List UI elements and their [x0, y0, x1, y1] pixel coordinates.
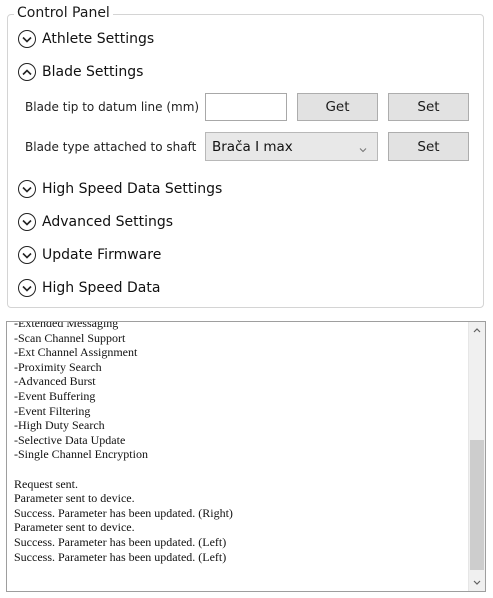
log-line: Success. Parameter has been updated. (Le… [14, 549, 227, 564]
log-line: Success. Parameter has been updated. (Le… [14, 534, 227, 549]
log-scrollbar[interactable] [468, 322, 485, 591]
chevron-down-icon [18, 213, 36, 231]
blade-tip-set-button[interactable]: Set [388, 93, 469, 121]
blade-tip-get-button[interactable]: Get [297, 93, 378, 121]
section-athlete-settings[interactable]: Athlete Settings [18, 27, 154, 51]
log-line: Request sent. [14, 476, 78, 491]
log-line: -Proximity Search [14, 359, 102, 374]
log-line: -Extended Messaging [14, 321, 119, 330]
chevron-up-icon [18, 63, 36, 81]
scrollbar-thumb[interactable] [470, 440, 484, 570]
section-label: High Speed Data [42, 280, 161, 296]
blade-type-value: Brača I max [212, 138, 293, 155]
section-label: Blade Settings [42, 64, 144, 80]
section-label: Athlete Settings [42, 31, 155, 47]
log-line: Success. Parameter has been updated. (Ri… [14, 505, 233, 520]
log-line: Parameter sent to device. [14, 491, 135, 506]
chevron-down-icon [18, 180, 36, 198]
blade-type-select[interactable]: Brača I max [205, 132, 378, 161]
section-high-speed-data-settings[interactable]: High Speed Data Settings [18, 177, 222, 201]
chevron-down-icon [18, 30, 36, 48]
section-high-speed-data[interactable]: High Speed Data [18, 276, 160, 300]
chevron-down-icon [18, 279, 36, 297]
log-line: -Event Buffering [14, 388, 96, 403]
log-line: -Scan Channel Support [14, 330, 126, 345]
log-line: -Single Channel Encryption [14, 447, 148, 462]
log-output[interactable]: -Extended Messaging -Scan Channel Support… [6, 321, 486, 592]
blade-tip-label: Blade tip to datum line (mm) [25, 100, 200, 114]
section-update-firmware[interactable]: Update Firmware [18, 243, 161, 267]
log-line: Parameter sent to device. [14, 520, 135, 535]
control-panel-title: Control Panel [14, 5, 113, 21]
log-line: -High Duty Search [14, 418, 105, 433]
chevron-down-icon [359, 141, 367, 157]
log-line: -Event Filtering [14, 403, 91, 418]
log-line: -Ext Channel Assignment [14, 345, 138, 360]
scroll-down-arrow-icon[interactable] [469, 574, 485, 591]
blade-tip-input[interactable] [205, 93, 287, 121]
log-line: -Advanced Burst [14, 374, 96, 389]
log-lines: -Extended Messaging -Scan Channel Support… [14, 321, 462, 564]
section-label: Update Firmware [42, 247, 162, 263]
scroll-up-arrow-icon[interactable] [469, 322, 485, 339]
blade-type-set-button[interactable]: Set [388, 132, 469, 161]
section-label: High Speed Data Settings [42, 181, 223, 197]
log-line: -Selective Data Update [14, 432, 126, 447]
blade-type-label: Blade type attached to shaft [25, 140, 197, 154]
chevron-down-icon [18, 246, 36, 264]
section-blade-settings[interactable]: Blade Settings [18, 60, 143, 84]
section-advanced-settings[interactable]: Advanced Settings [18, 210, 173, 234]
section-label: Advanced Settings [42, 214, 174, 230]
